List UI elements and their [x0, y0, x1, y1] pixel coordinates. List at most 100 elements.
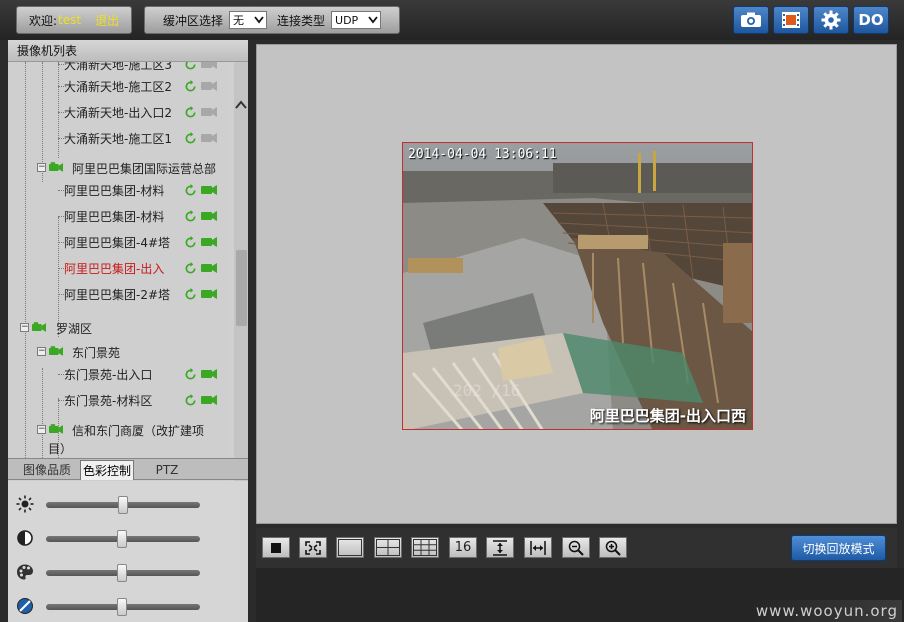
camera-tree-scrollbar[interactable]: [234, 62, 248, 496]
layout-4-button[interactable]: [374, 537, 402, 558]
camera-item-label: 大涌新天地-施工区1: [64, 131, 172, 146]
camera-item[interactable]: 大涌新天地-施工区1: [8, 126, 230, 150]
group-item-luohu[interactable]: − 罗湖区: [8, 316, 230, 340]
refresh-icon[interactable]: [184, 288, 197, 301]
fit-horizontal-button[interactable]: [524, 537, 552, 558]
saturation-slider-row: [14, 562, 244, 582]
palette-icon: [17, 564, 33, 580]
camera-item[interactable]: 大涌新天地-出入口2: [8, 100, 230, 124]
camera-item-label: 阿里巴巴集团-2#塔: [64, 287, 171, 302]
group-item-dongmen[interactable]: − 东门景苑: [8, 340, 230, 364]
contrast-slider[interactable]: [46, 530, 200, 548]
collapse-icon[interactable]: −: [37, 347, 46, 356]
camera-item-label: 阿里巴巴集团-材料: [64, 209, 165, 224]
bottom-area: www.wooyun.org: [256, 568, 904, 622]
layout-1-icon: [338, 539, 362, 556]
refresh-icon[interactable]: [184, 236, 197, 249]
layout-9-icon: [413, 539, 437, 556]
layout-9-button[interactable]: [411, 537, 439, 558]
camera-item[interactable]: 大涌新天地-施工区2: [8, 74, 230, 98]
slider-handle[interactable]: [116, 598, 127, 616]
camera-item-label: 东门景苑-材料区: [64, 393, 153, 408]
refresh-icon[interactable]: [184, 80, 197, 93]
scroll-up-icon[interactable]: [235, 100, 247, 114]
switch-playback-mode-button[interactable]: 切换回放模式: [791, 535, 886, 561]
settings-button[interactable]: [813, 6, 849, 34]
fit-vertical-button[interactable]: [486, 537, 514, 558]
camera-item[interactable]: 东门景苑-材料区: [8, 388, 230, 412]
username: test: [58, 13, 82, 27]
conn-type-select[interactable]: UDP: [331, 11, 382, 29]
video-viewport[interactable]: 2014-04-04 13:06:11 202 /16 阿里巴巴集团-出入口西: [256, 44, 897, 524]
refresh-icon[interactable]: [184, 210, 197, 223]
refresh-icon[interactable]: [184, 106, 197, 119]
record-button[interactable]: [773, 6, 809, 34]
camera-group-icon: [32, 322, 46, 332]
slider-handle[interactable]: [116, 530, 127, 548]
hue-slider[interactable]: [46, 598, 200, 616]
group-label-continuation: 目）: [8, 436, 230, 460]
camera-item[interactable]: 阿里巴巴集团-材料: [8, 204, 230, 228]
sun-icon: [16, 495, 34, 513]
camera-online-icon: [201, 211, 217, 221]
video-feed[interactable]: 2014-04-04 13:06:11 202 /16 阿里巴巴集团-出入口西: [402, 142, 753, 430]
camera-item[interactable]: 阿里巴巴集团-2#塔: [8, 282, 230, 306]
snapshot-button[interactable]: [733, 6, 769, 34]
conn-type-select-value: UDP: [335, 13, 359, 27]
camera-item[interactable]: 阿里巴巴集团-材料: [8, 178, 230, 202]
camera-item-selected[interactable]: 阿里巴巴集团-出入: [8, 256, 230, 280]
refresh-icon[interactable]: [184, 62, 197, 71]
film-icon: [782, 12, 800, 28]
camera-item-label: 阿里巴巴集团-出入: [64, 261, 165, 276]
video-timestamp: 2014-04-04 13:06:11: [408, 147, 557, 162]
camera-online-icon: [201, 395, 217, 405]
do-icon: DO: [858, 11, 884, 29]
buffer-select[interactable]: 无: [229, 11, 268, 29]
refresh-icon[interactable]: [184, 262, 197, 275]
saturation-slider[interactable]: [46, 564, 200, 582]
slider-handle[interactable]: [118, 496, 128, 514]
camera-item-label: 东门景苑-出入口: [64, 367, 153, 382]
refresh-icon[interactable]: [184, 184, 197, 197]
tab-color-control[interactable]: 色彩控制: [80, 460, 134, 480]
slider-handle[interactable]: [116, 564, 127, 582]
color-sliders: [8, 481, 248, 622]
stop-button[interactable]: [262, 537, 290, 558]
brightness-slider[interactable]: [46, 496, 200, 514]
layout-1-button[interactable]: [336, 537, 364, 558]
zoom-in-button[interactable]: [599, 537, 627, 558]
camera-item-label: 大涌新天地-施工区3: [64, 62, 172, 72]
collapse-icon[interactable]: −: [37, 163, 46, 172]
refresh-icon[interactable]: [184, 394, 197, 407]
video-overlay-text: 202 /16: [453, 381, 521, 400]
scrollbar-thumb[interactable]: [236, 250, 247, 326]
layout-16-button[interactable]: 16: [449, 537, 477, 558]
fullscreen-button[interactable]: [299, 537, 327, 558]
collapse-icon[interactable]: −: [37, 425, 46, 434]
camera-item[interactable]: 东门景苑-出入口: [8, 362, 230, 386]
control-tabs: 图像品质 色彩控制 PTZ: [8, 458, 248, 480]
camera-list-header: 摄像机列表: [8, 40, 248, 62]
logout-link[interactable]: 退出: [95, 12, 119, 29]
camera-item-label: 大涌新天地-出入口2: [64, 105, 172, 120]
camera-group-icon: [49, 162, 63, 172]
group-item-alibaba[interactable]: − 阿里巴巴集团国际运营总部: [8, 156, 230, 180]
contrast-slider-row: [14, 528, 244, 548]
camera-offline-icon: [201, 62, 217, 69]
collapse-icon[interactable]: −: [20, 323, 29, 332]
do-output-button[interactable]: DO: [853, 6, 889, 34]
left-panel: 摄像机列表 大涌新天地-施工区3 大涌新天地-施工区2 大涌新天地-出入口2 大…: [8, 40, 248, 622]
tab-image-quality[interactable]: 图像品质: [14, 460, 80, 480]
buffer-select-value: 无: [233, 14, 245, 27]
fit-vertical-icon: [493, 539, 507, 556]
camera-item-label: 大涌新天地-施工区2: [64, 79, 172, 94]
tab-ptz[interactable]: PTZ: [140, 460, 194, 480]
stop-icon: [271, 542, 281, 553]
refresh-icon[interactable]: [184, 132, 197, 145]
camera-item[interactable]: 阿里巴巴集团-4#塔: [8, 230, 230, 254]
camera-item-label: 阿里巴巴集团-材料: [64, 183, 165, 198]
layout-16-icon: 16: [454, 540, 472, 555]
chevron-down-icon: [254, 16, 264, 24]
zoom-out-button[interactable]: [562, 537, 590, 558]
refresh-icon[interactable]: [184, 368, 197, 381]
